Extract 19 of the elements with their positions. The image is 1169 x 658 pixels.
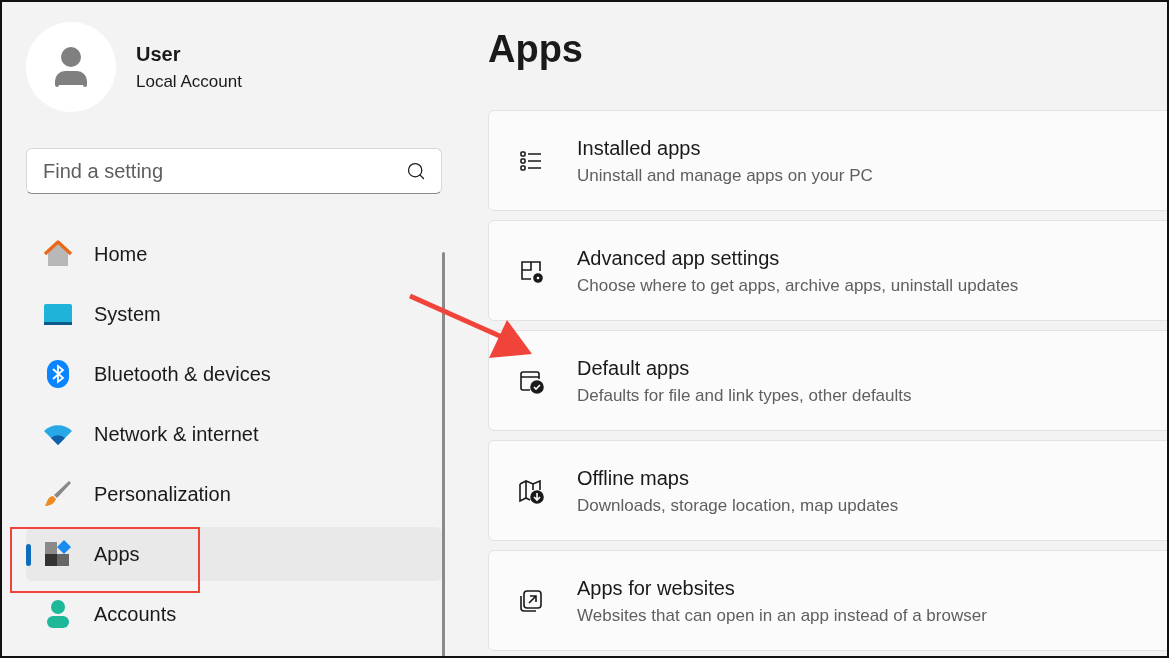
selection-indicator	[26, 544, 31, 566]
nav-item[interactable]: Apps	[26, 527, 442, 581]
page-title: Apps	[488, 30, 584, 72]
settings-card[interactable]: Advanced app settings Choose where to get apps, archive apps, uninstall updates	[488, 220, 1167, 321]
settings-card[interactable]: Offline maps Downloads, storage location, map updates	[488, 440, 1167, 541]
account-type: Local Account	[136, 71, 242, 94]
search-field[interactable]: Find a setting	[26, 148, 442, 194]
nav-item[interactable]: Personalization	[26, 467, 442, 521]
settings-card[interactable]: Apps for websites Websites that can open in an app instead of a browser	[488, 550, 1167, 651]
nav-item[interactable]: Network & internet	[26, 407, 442, 461]
settings-card[interactable]: Installed apps Uninstall and manage apps on your PC	[488, 110, 1167, 211]
nav-item[interactable]: Accounts	[26, 587, 442, 641]
settings-card[interactable]: Default apps Defaults for file and link types, other defaults	[488, 330, 1167, 431]
search-icon	[406, 161, 426, 181]
nav-item[interactable]: System	[26, 287, 442, 341]
nav-item[interactable]: Bluetooth & devices	[26, 347, 442, 401]
scrollbar[interactable]	[442, 252, 445, 656]
nav-item[interactable]: Home	[26, 227, 442, 281]
user-name: User	[136, 42, 182, 68]
